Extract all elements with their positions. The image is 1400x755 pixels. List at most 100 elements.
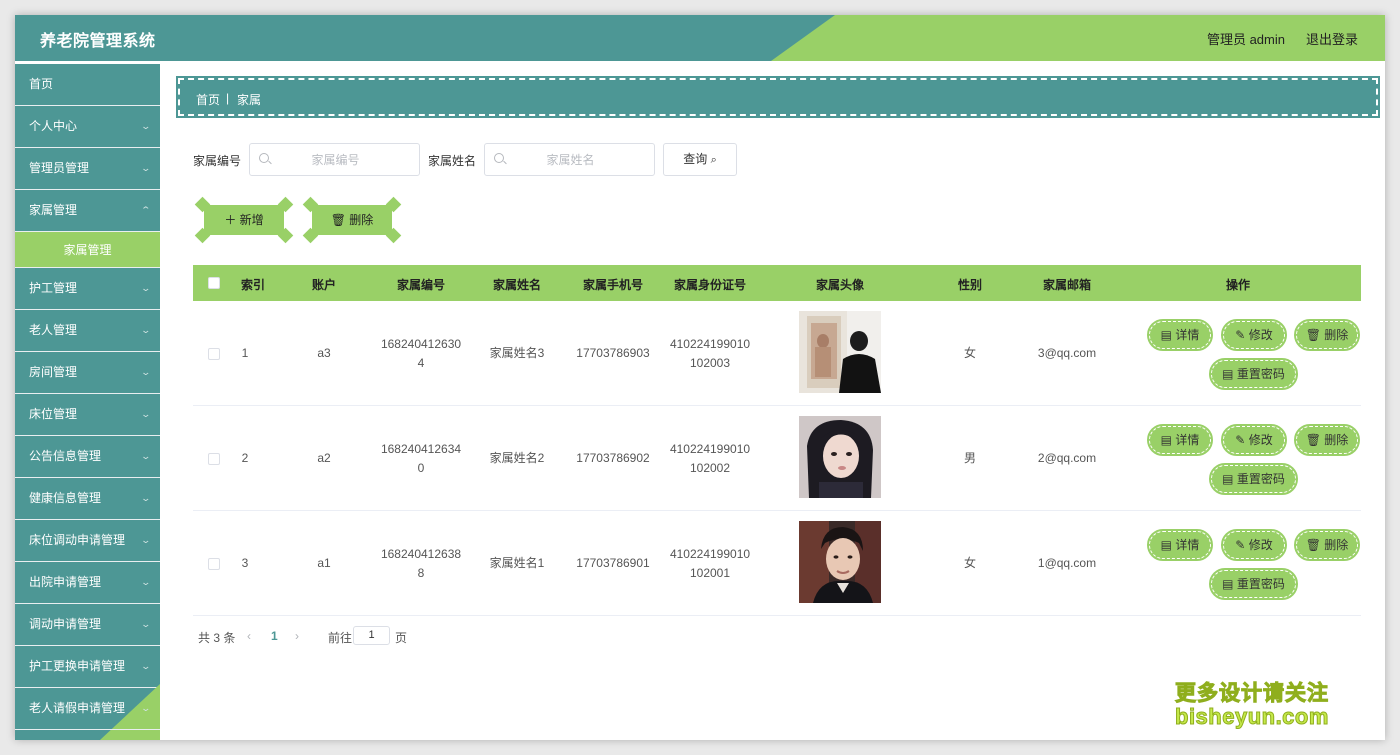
cell-index: 2 [241,451,249,465]
trash-icon: 🗑 [1305,538,1321,552]
chevron-down-icon: ⌄ [140,703,152,713]
search-icon: ⌕ [710,154,717,166]
avatar [799,311,881,393]
page-jump-input[interactable]: 1 [353,626,390,645]
sidebar-item-family[interactable]: 家属管理 ⌃ [15,190,160,232]
edit-button[interactable]: ✎ 修改 [1221,529,1287,561]
sidebar-item-label: 老人管理 [29,323,78,337]
sidebar-item-profile[interactable]: 个人中心 ⌄ [15,106,160,148]
avatar [799,521,881,603]
sidebar-item-health[interactable]: 健康信息管理 ⌄ [15,478,160,520]
current-user: 管理员 admin [1206,32,1285,47]
chevron-down-icon: ⌄ [140,619,152,629]
row-delete-button[interactable]: 🗑 删除 [1294,529,1360,561]
row-checkbox[interactable] [208,558,220,570]
edit-button[interactable]: ✎ 修改 [1221,424,1287,456]
trash-icon: 🗑 [330,213,346,227]
sidebar-item-transfer[interactable]: 调动申请管理 ⌄ [15,604,160,646]
add-button[interactable]: ＋ 新增 [194,196,294,244]
cell-family-id: 168240412630 4 [380,337,462,370]
cell-idcard: 410224199010 102002 [669,442,751,475]
breadcrumb: 首页 | 家属 [176,76,1380,118]
table-header: 索引 账户 家属编号 家属姓名 家属手机号 家属身份证号 家属头像 性别 家属邮… [193,265,1361,301]
document-icon: ▤ [1222,472,1234,486]
col-actions: 操作 [1225,278,1251,292]
sidebar-item-label: 护工管理 [29,281,78,295]
next-page-button[interactable]: › [295,629,299,643]
family-name-input[interactable] [513,150,628,170]
plus-icon: ＋ [224,213,237,227]
delete-button[interactable]: 🗑 删除 [302,196,402,244]
sidebar-item-beds[interactable]: 床位管理 ⌄ [15,394,160,436]
breadcrumb-separator: | [226,91,230,105]
col-family-id: 家属编号 [396,278,446,292]
cell-gender: 男 [963,451,977,465]
row-delete-button[interactable]: 🗑 删除 [1294,319,1360,351]
prev-page-button[interactable]: ‹ [247,629,251,643]
reset-password-button[interactable]: ▤ 重置密码 [1209,568,1298,600]
sidebar-subitem-family[interactable]: 家属管理 [15,232,160,268]
col-idcard: 家属身份证号 [673,278,747,292]
breadcrumb-home[interactable]: 首页 [196,91,220,108]
reset-password-button[interactable]: ▤ 重置密码 [1209,463,1298,495]
pagination-total: 共 3 条 [198,631,236,645]
breadcrumb-current: 家属 [237,93,262,107]
chevron-down-icon: ⌄ [140,661,152,671]
document-icon: ▤ [1160,538,1172,552]
family-id-label: 家属编号 [193,154,242,168]
chevron-down-icon: ⌄ [140,535,152,545]
chevron-down-icon: ⌄ [140,409,152,419]
document-icon: ▤ [1222,577,1234,591]
cell-email: 3@qq.com [1037,346,1097,360]
col-index: 索引 [240,278,266,292]
edit-button[interactable]: ✎ 修改 [1221,319,1287,351]
app-window: 养老院管理系统 管理员 admin 退出登录 首页 个人中心 ⌄ 管理员管理 ⌄ 家… [15,15,1385,740]
sidebar-item-label: 房间管理 [29,365,78,379]
family-name-search[interactable] [484,143,655,176]
family-id-search[interactable] [249,143,420,176]
cell-email: 1@qq.com [1037,556,1097,570]
sidebar-item-notices[interactable]: 公告信息管理 ⌄ [15,436,160,478]
detail-button[interactable]: ▤ 详情 [1147,319,1213,351]
sidebar-item-admins[interactable]: 管理员管理 ⌄ [15,148,160,190]
row-delete-button[interactable]: 🗑 删除 [1294,424,1360,456]
logout-link[interactable]: 退出登录 [1306,29,1358,48]
sidebar-item-discharge[interactable]: 出院申请管理 ⌄ [15,562,160,604]
row-checkbox[interactable] [208,453,220,465]
sidebar-item-label: 家属管理 [29,203,78,217]
sidebar-item-caregivers[interactable]: 护工管理 ⌄ [15,268,160,310]
sidebar-item-elder-leave[interactable]: 老人请假申请管理 ⌄ [15,688,160,730]
sidebar-item-elders[interactable]: 老人管理 ⌄ [15,310,160,352]
sidebar-item-label: 健康信息管理 [29,491,102,505]
sidebar-item-rooms[interactable]: 房间管理 ⌄ [15,352,160,394]
sidebar-item-caregiver-change[interactable]: 护工更换申请管理 ⌄ [15,646,160,688]
query-label: 查询 [683,152,708,166]
select-all-checkbox[interactable] [208,277,220,289]
family-id-input[interactable] [278,150,393,170]
query-button[interactable]: 查询 ⌕ [663,143,737,176]
sidebar-item-bed-transfer[interactable]: 床位调动申请管理 ⌄ [15,520,160,562]
sidebar-item-home[interactable]: 首页 [15,64,160,106]
cell-email: 2@qq.com [1037,451,1097,465]
app-title: 养老院管理系统 [40,33,156,50]
detail-button[interactable]: ▤ 详情 [1147,529,1213,561]
page-number-current[interactable]: 1 [271,629,278,643]
cell-gender: 女 [963,346,977,360]
sidebar: 首页 个人中心 ⌄ 管理员管理 ⌄ 家属管理 ⌃ 家属管理 护工管理 ⌄ 老人管理 ⌄ 房… [15,64,160,740]
goto-label: 前往 [328,631,353,645]
reset-password-button[interactable]: ▤ 重置密码 [1209,358,1298,390]
detail-button[interactable]: ▤ 详情 [1147,424,1213,456]
sidebar-item-label: 公告信息管理 [29,449,102,463]
trash-icon: 🗑 [1305,433,1321,447]
cell-index: 3 [241,556,249,570]
delete-label: 删除 [349,213,374,227]
col-family-name: 家属姓名 [492,278,542,292]
cell-family-id: 168240412634 0 [380,442,462,475]
cell-family-name: 家属姓名3 [489,346,545,360]
cell-family-id: 168240412638 8 [380,547,462,580]
row-checkbox[interactable] [208,348,220,360]
pencil-icon: ✎ [1235,433,1246,447]
chevron-down-icon: ⌄ [140,325,152,335]
sidebar-item-label: 调动申请管理 [29,617,102,631]
sidebar-item-label: 老人请假申请管理 [29,701,126,715]
